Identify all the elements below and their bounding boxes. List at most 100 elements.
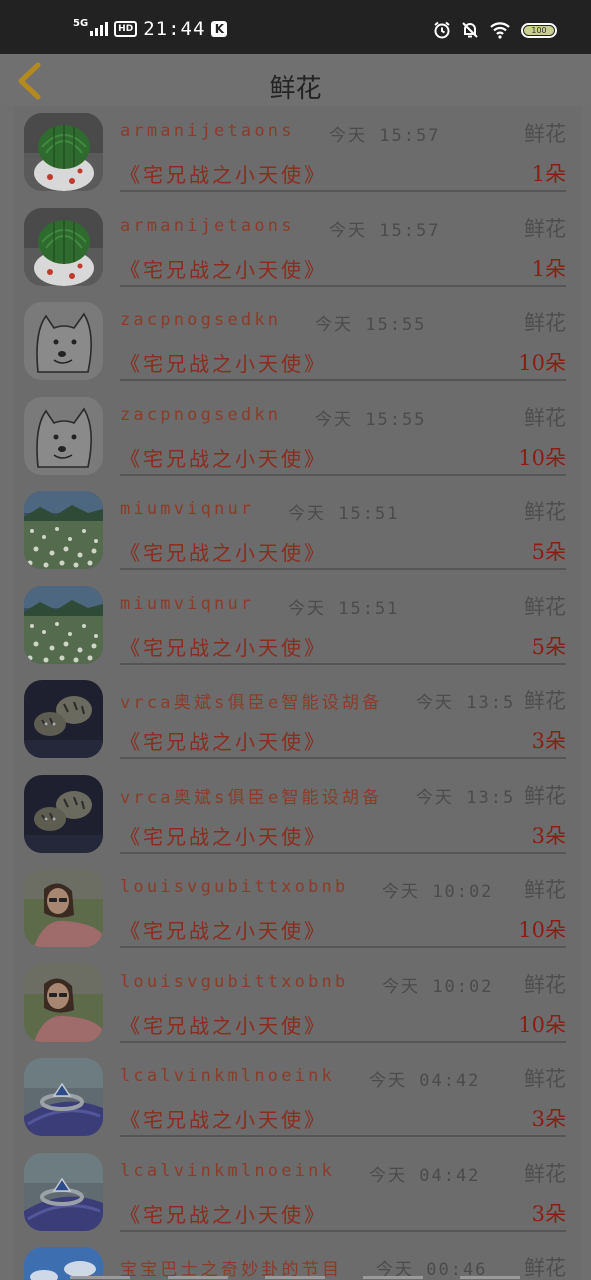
- status-left: 5G HD 21:44 K: [73, 18, 228, 40]
- gift-time: 今天 15:57: [329, 221, 441, 241]
- book-title[interactable]: 《宅兄战之小天使》: [120, 159, 327, 188]
- user-name: louisvgubittxobnb: [120, 877, 349, 897]
- list-item[interactable]: 宝宝巴士之奇妙卦的节目 今天 00:46 鲜花: [14, 1240, 582, 1280]
- gift-quantity: 3朵: [531, 729, 566, 753]
- status-right: 100: [433, 21, 557, 39]
- list-item[interactable]: zacpnogsedkn 今天 15:55 鲜花《宅兄战之小天使》 10朵: [14, 295, 582, 389]
- gift-record-list[interactable]: armanijetaons 今天 15:57 鲜花 《宅兄战之小天使》 1朵 arman…: [14, 106, 582, 1280]
- gift-quantity: 1朵: [531, 162, 566, 186]
- list-item[interactable]: armanijetaons 今天 15:57 鲜花《宅兄战之小天使》 1朵: [14, 201, 582, 295]
- book-title[interactable]: 《宅兄战之小天使》: [120, 254, 327, 283]
- user-avatar[interactable]: [24, 964, 103, 1042]
- row-divider: [120, 1230, 566, 1232]
- book-title[interactable]: 《宅兄战之小天使》: [120, 1199, 327, 1228]
- list-item[interactable]: miumviqnur 今天 15:51 鲜花《宅兄战之小天使》 5朵: [14, 579, 582, 673]
- gift-time: 今天 15:55: [315, 315, 427, 335]
- user-name: louisvgubittxobnb: [120, 972, 349, 992]
- list-item[interactable]: lcalvinkmlnoeink 今天 04:42 鲜花 《宅兄战之小天使》 3朵: [14, 1051, 582, 1145]
- gift-type: 鲜花: [524, 500, 566, 524]
- gift-quantity: 10朵: [518, 1013, 566, 1037]
- status-time: 21:44: [143, 18, 206, 40]
- row-divider: [120, 285, 566, 287]
- gift-quantity: 3朵: [531, 1107, 566, 1131]
- row-divider: [120, 1041, 566, 1043]
- list-item[interactable]: louisvgubittxobnb 今天 10:02 鲜花 《宅兄战之小天使》 10朵: [14, 862, 582, 956]
- book-title[interactable]: 《宅兄战之小天使》: [120, 348, 327, 377]
- gift-quantity: 5朵: [531, 635, 566, 659]
- user-name: zacpnogsedkn: [120, 405, 282, 425]
- gift-time: 今天 15:51: [288, 599, 400, 619]
- gift-type: 鲜花: [524, 1162, 566, 1186]
- gift-time: 今天 13:5: [416, 693, 516, 713]
- page-title: 鲜花: [269, 74, 322, 104]
- row-divider: [120, 663, 566, 665]
- user-avatar[interactable]: [24, 302, 103, 380]
- gift-quantity: 10朵: [518, 351, 566, 375]
- gift-quantity: 10朵: [518, 446, 566, 470]
- user-avatar[interactable]: [24, 491, 103, 569]
- book-title[interactable]: 《宅兄战之小天使》: [120, 443, 327, 472]
- gift-type: 鲜花: [524, 595, 566, 619]
- book-title[interactable]: 《宅兄战之小天使》: [120, 632, 327, 661]
- list-item[interactable]: vrca奥斌s俱臣e智能设胡备 今天 13:5 鲜花 《宅兄战之小天使》 3朵: [14, 768, 582, 862]
- gift-type: 鲜花: [524, 311, 566, 335]
- gift-quantity: 10朵: [518, 918, 566, 942]
- list-item[interactable]: armanijetaons 今天 15:57 鲜花 《宅兄战之小天使》 1朵: [14, 106, 582, 200]
- gift-time: 今天 04:42: [369, 1071, 481, 1091]
- k-badge-icon: K: [211, 21, 228, 37]
- user-name: miumviqnur: [120, 594, 255, 614]
- user-avatar[interactable]: [24, 869, 103, 947]
- book-title[interactable]: 《宅兄战之小天使》: [120, 1104, 327, 1133]
- user-avatar[interactable]: [24, 680, 103, 758]
- user-avatar[interactable]: [24, 208, 103, 286]
- user-avatar[interactable]: [24, 586, 103, 664]
- gift-type: 鲜花: [524, 689, 566, 713]
- battery-text: 100: [531, 25, 547, 35]
- list-item[interactable]: louisvgubittxobnb 今天 10:02 鲜花 《宅兄战之小天使》 10朵: [14, 957, 582, 1051]
- wifi-icon: [490, 22, 510, 39]
- gift-time: 今天 15:57: [329, 126, 441, 146]
- user-name: lcalvinkmlnoeink: [120, 1161, 335, 1181]
- status-bar: 5G HD 21:44 K 100: [0, 0, 591, 54]
- user-avatar[interactable]: [24, 113, 103, 191]
- gift-time: 今天 04:42: [369, 1166, 481, 1186]
- book-title[interactable]: 《宅兄战之小天使》: [120, 821, 327, 850]
- gift-type: 鲜花: [524, 406, 566, 430]
- gift-quantity: 3朵: [531, 1202, 566, 1226]
- hd-badge: HD: [114, 21, 138, 37]
- list-item[interactable]: zacpnogsedkn 今天 15:55 鲜花《宅兄战之小天使》 10朵: [14, 390, 582, 484]
- list-item[interactable]: vrca奥斌s俱臣e智能设胡备 今天 13:5 鲜花《宅兄战之小天使》 3朵: [14, 673, 582, 767]
- book-title[interactable]: 《宅兄战之小天使》: [120, 726, 327, 755]
- gift-type: 鲜花: [524, 217, 566, 241]
- user-avatar[interactable]: [24, 775, 103, 853]
- user-name: armanijetaons: [120, 216, 295, 236]
- book-title[interactable]: 《宅兄战之小天使》: [120, 915, 327, 944]
- gift-quantity: 1朵: [531, 257, 566, 281]
- book-title[interactable]: 《宅兄战之小天使》: [120, 537, 327, 566]
- user-name: vrca奥斌s俱臣e智能设胡备: [120, 693, 383, 713]
- scroll-indicator: [70, 1276, 520, 1280]
- alarm-icon: [434, 21, 450, 39]
- list-item[interactable]: lcalvinkmlnoeink 今天 04:42 鲜花《宅兄战之小天使》 3朵: [14, 1146, 582, 1240]
- row-divider: [120, 379, 566, 381]
- bell-off-icon: [462, 22, 478, 38]
- user-name: zacpnogsedkn: [120, 310, 282, 330]
- gift-type: 鲜花: [524, 878, 566, 902]
- gift-quantity: 5朵: [531, 540, 566, 564]
- row-divider: [120, 946, 566, 948]
- gift-type: 鲜花: [524, 1256, 566, 1280]
- list-item[interactable]: miumviqnur 今天 15:51 鲜花 《宅兄战之小天使》 5朵: [14, 484, 582, 578]
- app-bar: 鲜花: [0, 54, 591, 106]
- user-name: lcalvinkmlnoeink: [120, 1066, 335, 1086]
- user-avatar[interactable]: [24, 1153, 103, 1231]
- gift-time: 今天 15:51: [288, 504, 400, 524]
- gift-time: 今天 15:55: [315, 410, 427, 430]
- user-name: armanijetaons: [120, 121, 295, 141]
- gift-type: 鲜花: [524, 784, 566, 808]
- book-title[interactable]: 《宅兄战之小天使》: [120, 1010, 327, 1039]
- user-avatar[interactable]: [24, 397, 103, 475]
- gift-time: 今天 13:5: [416, 788, 516, 808]
- row-divider: [120, 1135, 566, 1137]
- user-avatar[interactable]: [24, 1058, 103, 1136]
- battery-icon: 100: [521, 22, 557, 38]
